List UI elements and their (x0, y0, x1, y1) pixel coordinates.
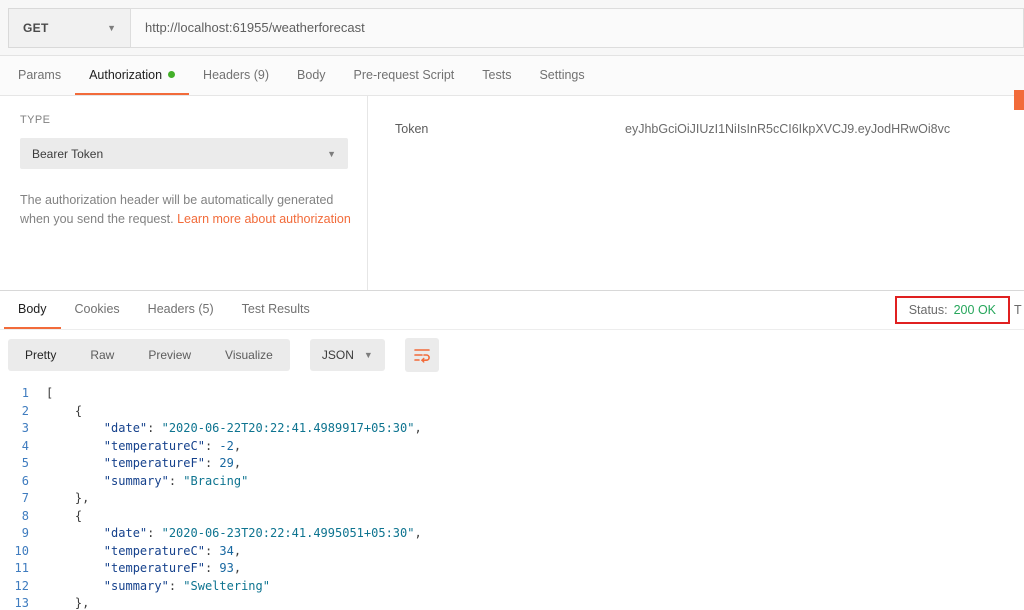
line-number: 12 (0, 578, 46, 596)
tab-tests[interactable]: Tests (468, 56, 525, 95)
method-label: GET (23, 21, 49, 35)
tab-pre-request-script[interactable]: Pre-request Script (340, 56, 469, 95)
code-line: 8 { (0, 508, 1024, 526)
code-line: 12 "summary": "Sweltering" (0, 578, 1024, 596)
chevron-down-icon: ▼ (327, 149, 336, 159)
line-number: 7 (0, 490, 46, 508)
tab-label: Headers (5) (148, 302, 214, 316)
request-bar: GET ▼ (0, 0, 1024, 56)
line-number: 2 (0, 403, 46, 421)
code-line: 10 "temperatureC": 34, (0, 543, 1024, 561)
code-line: 3 "date": "2020-06-22T20:22:41.4989917+0… (0, 420, 1024, 438)
auth-token-pane: Token eyJhbGciOiJIUzI1NiIsInR5cCI6IkpXVC… (368, 96, 1024, 290)
wrap-text-button[interactable] (405, 338, 439, 372)
auth-active-dot-icon (168, 71, 175, 78)
code-text: "temperatureF": 93, (46, 560, 241, 578)
code-text: "temperatureF": 29, (46, 455, 241, 473)
code-text: [ (46, 385, 53, 403)
response-meta: Status: 200 OK T (895, 291, 1024, 329)
line-number: 1 (0, 385, 46, 403)
line-number: 11 (0, 560, 46, 578)
line-number: 10 (0, 543, 46, 561)
tab-label: Settings (539, 68, 584, 82)
code-text: "summary": "Bracing" (46, 473, 248, 491)
code-line: 1[ (0, 385, 1024, 403)
code-line: 13 }, (0, 595, 1024, 610)
url-input[interactable] (130, 8, 1024, 48)
status-value: 200 OK (954, 303, 996, 317)
code-text: "temperatureC": 34, (46, 543, 241, 561)
view-mode-visualize[interactable]: Visualize (208, 339, 290, 371)
chevron-down-icon: ▼ (364, 350, 373, 360)
code-text: { (46, 403, 82, 421)
tab-label: Params (18, 68, 61, 82)
response-tabs: Body Cookies Headers (5) Test Results St… (0, 290, 1024, 330)
code-text: }, (46, 595, 89, 610)
tab-label: Pre-request Script (354, 68, 455, 82)
response-body-code[interactable]: 1[2 {3 "date": "2020-06-22T20:22:41.4989… (0, 380, 1024, 610)
code-line: 4 "temperatureC": -2, (0, 438, 1024, 456)
tab-params[interactable]: Params (4, 56, 75, 95)
wrap-text-icon (413, 347, 431, 363)
time-label-clipped: T (1014, 303, 1024, 317)
code-line: 9 "date": "2020-06-23T20:22:41.4995051+0… (0, 525, 1024, 543)
code-line: 5 "temperatureF": 29, (0, 455, 1024, 473)
tab-label: Authorization (89, 68, 162, 82)
response-view-toolbar: Pretty Raw Preview Visualize JSON ▼ (0, 330, 1024, 380)
line-number: 13 (0, 595, 46, 610)
view-mode-raw[interactable]: Raw (73, 339, 131, 371)
view-mode-group: Pretty Raw Preview Visualize (8, 339, 290, 371)
auth-type-label: TYPE (20, 114, 347, 126)
response-tab-cookies[interactable]: Cookies (61, 291, 134, 329)
tab-headers[interactable]: Headers (9) (189, 56, 283, 95)
tab-label: Body (297, 68, 326, 82)
tab-label: Tests (482, 68, 511, 82)
tab-label: Headers (9) (203, 68, 269, 82)
line-number: 9 (0, 525, 46, 543)
authorization-panel: TYPE Bearer Token ▼ The authorization he… (0, 96, 1024, 290)
status-label: Status: (909, 303, 948, 317)
request-tabs: Params Authorization Headers (9) Body Pr… (0, 56, 1024, 96)
code-line: 7 }, (0, 490, 1024, 508)
code-line: 11 "temperatureF": 93, (0, 560, 1024, 578)
tab-settings[interactable]: Settings (525, 56, 598, 95)
token-label: Token (395, 122, 625, 290)
response-tab-headers[interactable]: Headers (5) (134, 291, 228, 329)
code-text: }, (46, 490, 89, 508)
line-number: 5 (0, 455, 46, 473)
code-text: { (46, 508, 82, 526)
learn-more-link[interactable]: Learn more about authorization (177, 212, 351, 226)
tab-label: Cookies (75, 302, 120, 316)
tab-label: Body (18, 302, 47, 316)
response-tab-body[interactable]: Body (4, 291, 61, 329)
code-text: "date": "2020-06-23T20:22:41.4995051+05:… (46, 525, 422, 543)
chevron-down-icon: ▼ (107, 23, 116, 33)
tab-authorization[interactable]: Authorization (75, 56, 189, 95)
language-value: JSON (322, 348, 354, 362)
code-line: 6 "summary": "Bracing" (0, 473, 1024, 491)
view-mode-pretty[interactable]: Pretty (8, 339, 73, 371)
tab-body[interactable]: Body (283, 56, 340, 95)
code-line: 2 { (0, 403, 1024, 421)
code-text: "summary": "Sweltering" (46, 578, 270, 596)
method-dropdown[interactable]: GET ▼ (8, 8, 130, 48)
auth-type-value: Bearer Token (32, 147, 103, 161)
clipped-orange-element (1014, 90, 1024, 110)
code-text: "temperatureC": -2, (46, 438, 241, 456)
view-mode-preview[interactable]: Preview (131, 339, 208, 371)
auth-help-text: The authorization header will be automat… (20, 191, 352, 229)
auth-type-dropdown[interactable]: Bearer Token ▼ (20, 138, 348, 169)
code-text: "date": "2020-06-22T20:22:41.4989917+05:… (46, 420, 422, 438)
line-number: 6 (0, 473, 46, 491)
line-number: 8 (0, 508, 46, 526)
status-annotation-box: Status: 200 OK (895, 296, 1010, 324)
response-tab-test-results[interactable]: Test Results (228, 291, 324, 329)
auth-type-pane: TYPE Bearer Token ▼ The authorization he… (0, 96, 368, 290)
language-dropdown[interactable]: JSON ▼ (310, 339, 385, 371)
line-number: 3 (0, 420, 46, 438)
line-number: 4 (0, 438, 46, 456)
token-value-field[interactable]: eyJhbGciOiJIUzI1NiIsInR5cCI6IkpXVCJ9.eyJ… (625, 122, 1024, 290)
tab-label: Test Results (242, 302, 310, 316)
